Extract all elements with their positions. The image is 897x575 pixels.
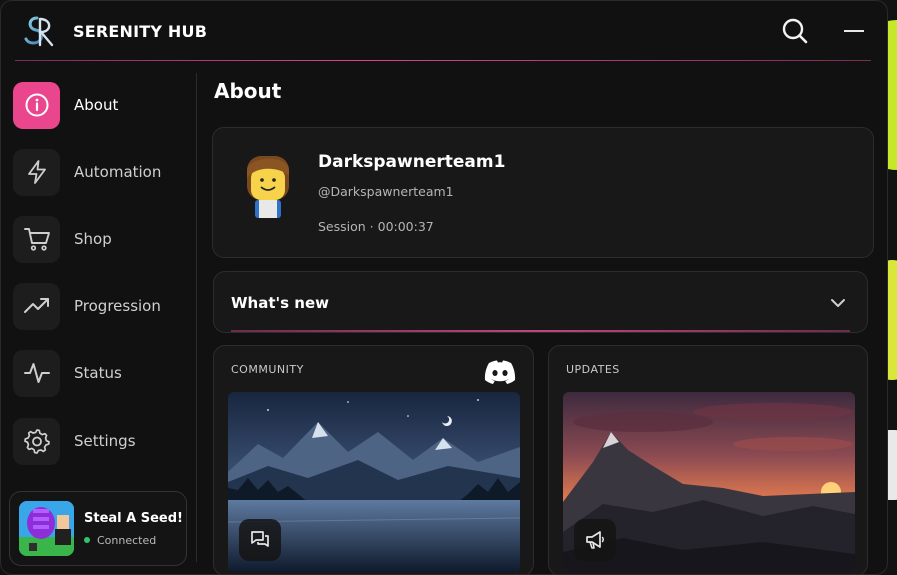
lightning-icon — [13, 148, 60, 196]
sidebar-divider — [196, 73, 197, 562]
sidebar-item-about[interactable]: About — [13, 81, 189, 129]
sidebar-item-status[interactable]: Status — [13, 349, 189, 397]
panel-tag: COMMUNITY — [231, 363, 304, 376]
app-title: SERENITY HUB — [73, 21, 208, 41]
whats-new-dropdown[interactable]: What's new — [213, 271, 868, 333]
activity-icon — [13, 349, 60, 397]
sidebar-item-settings[interactable]: Settings — [13, 417, 189, 465]
panel-tag: UPDATES — [566, 363, 620, 376]
game-card[interactable]: Steal A Seed! Connected — [9, 491, 187, 566]
accent-underline — [231, 330, 850, 332]
user-handle: @Darkspawnerteam1 — [318, 184, 454, 199]
sidebar: About Automation Shop Progression Status… — [1, 61, 197, 574]
community-panel: COMMUNITY — [213, 345, 534, 574]
discord-icon[interactable] — [483, 359, 517, 385]
chat-icon — [251, 531, 269, 547]
cart-icon — [13, 215, 60, 263]
sidebar-item-automation[interactable]: Automation — [13, 148, 189, 196]
minimize-button[interactable] — [841, 19, 867, 43]
session-timer: Session · 00:00:37 — [318, 219, 434, 234]
info-icon — [13, 81, 60, 129]
sidebar-item-shop[interactable]: Shop — [13, 215, 189, 263]
sidebar-item-label: Shop — [74, 230, 112, 248]
app-window: SERENITY HUB About Automation Shop Progr… — [0, 0, 888, 575]
connection-status: Connected — [84, 534, 183, 547]
sidebar-item-label: About — [74, 96, 119, 114]
megaphone-icon — [586, 531, 604, 549]
sidebar-item-label: Settings — [74, 432, 136, 450]
search-icon — [782, 18, 808, 44]
sidebar-item-progression[interactable]: Progression — [13, 282, 189, 330]
chat-button[interactable] — [239, 519, 281, 561]
chevron-down-icon — [831, 299, 845, 307]
minimize-icon — [844, 30, 864, 32]
updates-panel: UPDATES — [548, 345, 868, 574]
announcement-button[interactable] — [574, 519, 616, 561]
sidebar-item-label: Progression — [74, 297, 161, 315]
whats-new-label: What's new — [231, 294, 329, 312]
gear-icon — [13, 417, 60, 465]
avatar — [237, 150, 299, 222]
logo — [19, 10, 61, 52]
page-title: About — [214, 79, 282, 103]
status-dot-icon — [84, 537, 90, 543]
trending-up-icon — [13, 282, 60, 330]
status-label: Connected — [97, 533, 157, 547]
profile-card: Darkspawnerteam1 @Darkspawnerteam1 Sessi… — [212, 127, 874, 258]
search-button[interactable] — [779, 15, 811, 47]
sidebar-item-label: Status — [74, 364, 122, 382]
display-name: Darkspawnerteam1 — [318, 152, 506, 172]
sidebar-item-label: Automation — [74, 163, 162, 181]
game-thumbnail — [19, 501, 74, 556]
title-bar[interactable]: SERENITY HUB — [1, 1, 887, 61]
game-name: Steal A Seed! — [84, 510, 183, 526]
